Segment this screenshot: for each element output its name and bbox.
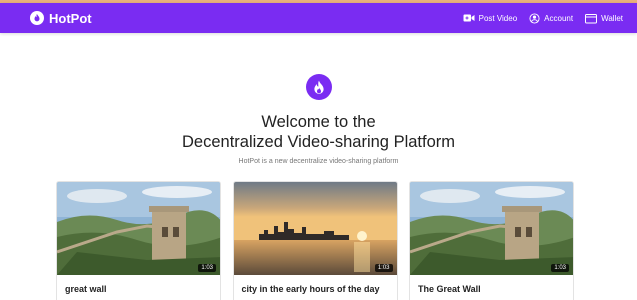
navbar: HotPot Post Video Account Wallet — [0, 3, 637, 33]
video-thumbnail[interactable]: 1:03 — [410, 182, 573, 275]
video-card[interactable]: 1:03 The Great Wall — [409, 181, 574, 300]
flame-icon — [30, 11, 44, 25]
account-label: Account — [544, 13, 574, 23]
video-duration: 1:03 — [374, 264, 393, 272]
brand-name: HotPot — [49, 10, 92, 26]
wallet-link[interactable]: Wallet — [585, 13, 623, 24]
video-thumbnail[interactable]: 1:03 — [233, 182, 397, 275]
video-duration: 1:03 — [198, 264, 216, 272]
hero-flame-icon — [305, 74, 332, 100]
wallet-label: Wallet — [601, 13, 623, 23]
video-thumbnail[interactable]: 1:03 — [57, 182, 220, 275]
account-link[interactable]: Account — [529, 12, 574, 24]
nav-links: Post Video Account Wallet — [451, 12, 623, 24]
page-title: Welcome to the Decentralized Video-shari… — [0, 112, 637, 152]
title-line-1: Welcome to the — [261, 113, 376, 131]
video-grid: 1:03 great wall 1:03 city in the early h… — [56, 181, 574, 300]
wallet-icon — [585, 13, 598, 23]
video-title[interactable]: great wall — [57, 275, 220, 300]
video-camera-icon — [463, 14, 475, 22]
brand-logo[interactable]: HotPot — [30, 11, 92, 26]
video-duration: 1:03 — [551, 264, 569, 272]
page-subtitle: HotPot is a new decentralize video-shari… — [238, 158, 399, 165]
video-title[interactable]: city in the early hours of the day — [234, 275, 397, 300]
video-card[interactable]: 1:03 city in the early hours of the day — [232, 181, 398, 300]
post-video-label: Post Video — [478, 13, 518, 23]
title-line-2: Decentralized Video-sharing Platform — [182, 133, 455, 151]
video-card[interactable]: 1:03 great wall — [56, 181, 221, 300]
account-icon — [529, 12, 540, 24]
hero: Welcome to the Decentralized Video-shari… — [0, 74, 637, 165]
post-video-link[interactable]: Post Video — [463, 13, 518, 23]
video-title[interactable]: The Great Wall — [410, 275, 573, 300]
